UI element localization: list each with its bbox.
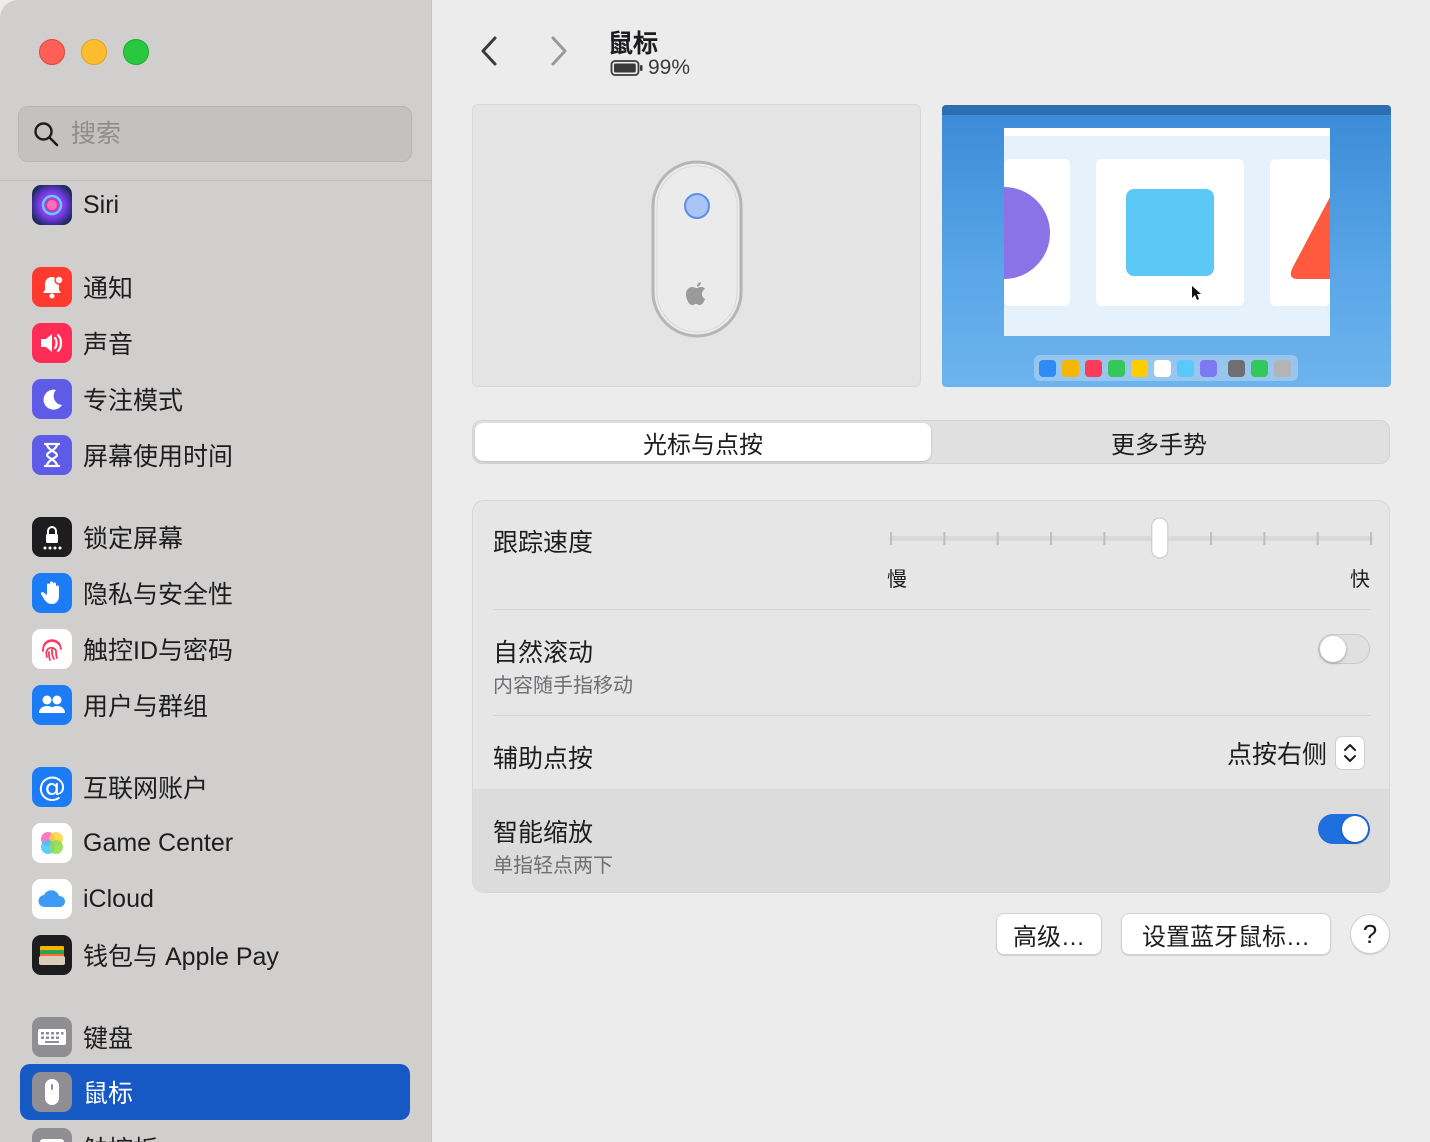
natural-scrolling-label: 自然滚动	[493, 639, 594, 667]
sidebar-item-label: 互联网账户	[83, 775, 209, 803]
sidebar-item-notifications[interactable]: 通知	[20, 259, 410, 315]
row-divider	[493, 609, 1371, 610]
sidebar-item-users[interactable]: 用户与群组	[20, 677, 410, 733]
sidebar-item-label: 锁定屏幕	[83, 525, 184, 553]
sidebar-item-siri[interactable]: Siri	[20, 177, 410, 233]
sidebar-item-sound[interactable]: 声音	[20, 315, 410, 371]
advanced-button[interactable]: 高级…	[996, 913, 1102, 955]
settings-window: Siri 通知 声音 专注模式 屏幕使用	[0, 0, 1430, 1142]
sidebar-item-label: 钱包与 Apple Pay	[83, 943, 279, 971]
smart-zoom-label: 智能缩放	[493, 819, 594, 847]
magic-mouse-illustration	[651, 160, 743, 338]
hourglass-icon	[32, 435, 72, 475]
tab-more-gestures[interactable]: 更多手势	[931, 423, 1387, 461]
tracking-speed-slider[interactable]	[877, 511, 1377, 571]
search-field[interactable]	[18, 106, 412, 162]
row-divider	[493, 715, 1371, 716]
chevron-left-icon	[481, 36, 497, 66]
trackpad-icon	[32, 1128, 72, 1142]
settings-panel: 跟踪速度 慢 快 自然滚动 内容随手指移动 辅助点按 点按右侧 智能缩放 单指轻…	[472, 500, 1390, 893]
sidebar-item-label: 键盘	[83, 1025, 134, 1053]
minimize-button[interactable]	[81, 39, 107, 65]
toggle-knob	[1342, 816, 1368, 842]
sidebar-item-game-center[interactable]: Game Center	[20, 815, 410, 871]
sidebar-item-touch-id[interactable]: 触控ID与密码	[20, 621, 410, 677]
mouse-preview	[472, 104, 921, 387]
sidebar-item-label: 声音	[83, 331, 134, 359]
sidebar-item-trackpad[interactable]: 触控板	[20, 1120, 410, 1142]
tab-control: 光标与点按 更多手势	[472, 420, 1390, 464]
back-button[interactable]	[474, 34, 504, 68]
secondary-click-value: 点按右侧	[1226, 741, 1327, 769]
screen-preview	[942, 105, 1391, 387]
moon-icon	[32, 379, 72, 419]
sidebar-item-label: 屏幕使用时间	[83, 443, 234, 471]
slider-thumb[interactable]	[1151, 517, 1169, 559]
chevron-up-down-icon	[1335, 736, 1365, 770]
secondary-click-select[interactable]: 点按右侧	[1227, 735, 1365, 771]
sidebar-item-label: 触控ID与密码	[83, 637, 234, 665]
battery-percentage: 99%	[648, 56, 691, 79]
sidebar-item-label: 专注模式	[83, 387, 184, 415]
sidebar: Siri 通知 声音 专注模式 屏幕使用	[0, 0, 432, 1142]
keyboard-icon	[32, 1017, 72, 1057]
bell-icon	[32, 267, 72, 307]
sidebar-item-internet-accounts[interactable]: @ 互联网账户	[20, 759, 410, 815]
tracking-speed-label: 跟踪速度	[493, 529, 594, 557]
battery-status: 99%	[610, 56, 690, 80]
chevron-right-icon	[551, 36, 567, 66]
wallet-icon	[32, 935, 72, 975]
sidebar-item-label: 用户与群组	[83, 693, 209, 721]
siri-icon	[32, 185, 72, 225]
hand-icon	[32, 573, 72, 613]
search-icon	[34, 122, 59, 147]
setup-bluetooth-mouse-button[interactable]: 设置蓝牙鼠标…	[1121, 913, 1331, 955]
lock-icon	[32, 517, 72, 557]
sidebar-item-mouse[interactable]: 鼠标	[20, 1064, 410, 1120]
slow-label: 慢	[887, 569, 907, 591]
at-icon: @	[32, 767, 72, 807]
sidebar-item-label: Game Center	[83, 828, 234, 857]
main-content: 鼠标 99% 光标与点按 更多手势 跟踪速度 慢 快 自然滚动 内容随手指移动 …	[432, 0, 1430, 1142]
battery-icon	[610, 60, 643, 76]
sidebar-item-label: Siri	[83, 190, 120, 219]
game-center-icon	[32, 823, 72, 863]
sidebar-item-icloud[interactable]: iCloud	[20, 871, 410, 927]
sidebar-item-screen-time[interactable]: 屏幕使用时间	[20, 427, 410, 483]
toggle-knob	[1320, 636, 1346, 662]
forward-button[interactable]	[544, 34, 574, 68]
close-button[interactable]	[39, 39, 65, 65]
page-title: 鼠标	[608, 30, 659, 58]
natural-scrolling-description: 内容随手指移动	[493, 675, 633, 697]
help-button[interactable]: ?	[1350, 914, 1390, 954]
sidebar-item-focus[interactable]: 专注模式	[20, 371, 410, 427]
smart-zoom-illustration	[942, 105, 1391, 381]
smart-zoom-description: 单指轻点两下	[493, 855, 613, 877]
speaker-icon	[32, 323, 72, 363]
smart-zoom-toggle[interactable]	[1318, 814, 1370, 844]
users-icon	[32, 685, 72, 725]
sidebar-item-label: 触控板	[83, 1130, 158, 1142]
cloud-icon	[32, 879, 72, 919]
fingerprint-icon	[32, 629, 72, 669]
fast-label: 快	[1350, 569, 1370, 591]
sidebar-item-label: 通知	[83, 275, 134, 303]
natural-scrolling-toggle[interactable]	[1318, 634, 1370, 664]
sidebar-item-label: 鼠标	[83, 1080, 134, 1108]
secondary-click-label: 辅助点按	[493, 745, 594, 773]
mouse-icon	[32, 1072, 72, 1112]
sidebar-item-wallet[interactable]: 钱包与 Apple Pay	[20, 927, 410, 983]
zoom-button[interactable]	[123, 39, 149, 65]
sidebar-item-keyboard[interactable]: 键盘	[20, 1009, 410, 1065]
search-input[interactable]	[71, 119, 391, 149]
sidebar-item-label: iCloud	[83, 884, 154, 913]
sidebar-item-label: 隐私与安全性	[83, 581, 234, 609]
sidebar-item-lock-screen[interactable]: 锁定屏幕	[20, 509, 410, 565]
window-controls	[39, 39, 149, 65]
tab-point-and-click[interactable]: 光标与点按	[475, 423, 931, 461]
sidebar-item-privacy[interactable]: 隐私与安全性	[20, 565, 410, 621]
